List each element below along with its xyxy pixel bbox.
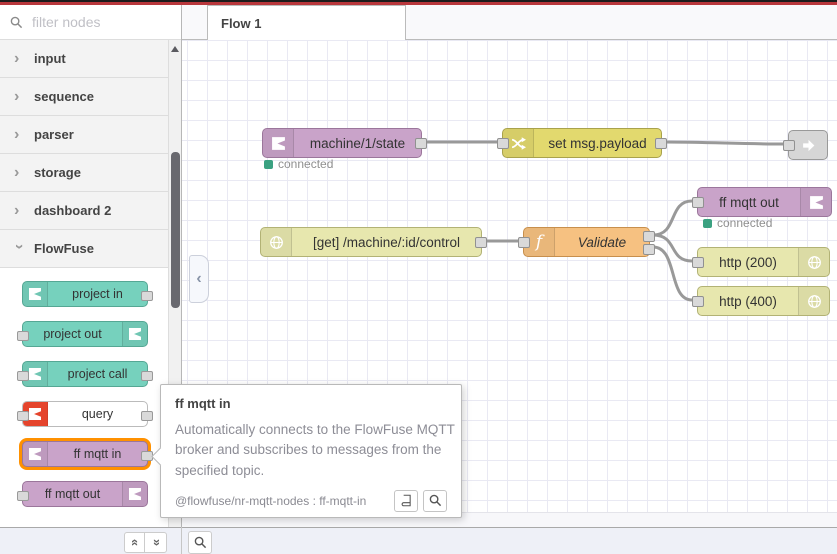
status-dot <box>264 159 273 169</box>
input-port[interactable] <box>783 140 795 151</box>
palette-node-query[interactable]: query <box>17 401 153 427</box>
input-port[interactable] <box>17 491 29 501</box>
node-mqtt-in-machine-state[interactable]: machine/1/state <box>262 128 427 158</box>
input-port[interactable] <box>518 237 530 248</box>
search-input[interactable] <box>30 13 164 31</box>
palette-node-project-in[interactable]: project in <box>22 281 153 307</box>
docs-button[interactable] <box>394 489 418 512</box>
search-flows-button[interactable] <box>188 531 212 554</box>
output-port[interactable] <box>141 411 153 421</box>
flowfuse-icon <box>800 188 831 216</box>
input-port[interactable] <box>692 296 704 307</box>
palette-node-ff-mqtt-in[interactable]: ff mqtt in <box>22 441 153 467</box>
find-node-button[interactable] <box>423 489 447 512</box>
scroll-up-icon[interactable] <box>171 46 179 52</box>
palette-collapse-handle[interactable]: ‹ <box>189 255 209 303</box>
input-port[interactable] <box>17 411 29 421</box>
node-http-in-control[interactable]: [get] /machine/:id/control <box>260 227 487 257</box>
flowfuse-icon <box>122 482 147 506</box>
palette-node-ff-mqtt-out[interactable]: ff mqtt out <box>17 481 148 507</box>
expand-all-button[interactable]: « <box>144 532 167 553</box>
flowfuse-icon <box>23 282 48 306</box>
node-link-out[interactable] <box>783 130 828 160</box>
node-ff-mqtt-out[interactable]: ff mqtt out <box>692 187 832 217</box>
double-chevron-up-icon: « <box>127 538 143 547</box>
palette-category-storage[interactable]: › storage <box>0 154 168 192</box>
input-port[interactable] <box>17 331 29 341</box>
palette-node-project-out[interactable]: project out <box>17 321 148 347</box>
input-port[interactable] <box>692 257 704 268</box>
node-http-response-200[interactable]: http (200) <box>692 247 830 277</box>
output-port[interactable] <box>475 237 487 248</box>
palette-search[interactable] <box>0 5 181 40</box>
globe-icon <box>798 248 829 276</box>
tooltip-description: Automatically connects to the FlowFuse M… <box>175 422 455 478</box>
globe-icon <box>798 287 829 315</box>
output-port[interactable] <box>141 291 153 301</box>
globe-icon <box>261 228 292 256</box>
chevron-right-icon: › <box>14 87 20 105</box>
output-port[interactable] <box>655 138 667 149</box>
node-red-editor: ›input ›sequence ›parser ›storage ›dashb… <box>0 0 837 554</box>
tooltip-module-id: @flowfuse/nr-mqtt-nodes : ff-mqtt-in <box>175 493 367 508</box>
input-port[interactable] <box>497 138 509 149</box>
chevron-right-icon: › <box>14 125 20 143</box>
footer-divider <box>181 527 182 554</box>
output-port-2[interactable] <box>643 244 655 255</box>
output-port[interactable] <box>141 371 153 381</box>
palette-node-project-call[interactable]: project call <box>17 361 153 387</box>
search-icon <box>194 536 206 549</box>
chevron-right-icon: › <box>14 163 20 181</box>
flowfuse-icon <box>23 442 48 466</box>
input-port[interactable] <box>17 371 29 381</box>
palette-category-parser[interactable]: › parser <box>0 116 168 154</box>
tab-flow-1[interactable]: Flow 1 <box>207 5 406 40</box>
input-port[interactable] <box>692 197 704 208</box>
status-dot <box>703 218 712 228</box>
palette-category-flowfuse[interactable]: › FlowFuse <box>0 230 168 268</box>
wire[interactable] <box>651 199 694 237</box>
node-http-response-400[interactable]: http (400) <box>692 286 830 316</box>
tooltip-title: ff mqtt in <box>175 396 231 411</box>
palette-category-input[interactable]: › input <box>0 40 168 78</box>
output-port[interactable] <box>415 138 427 149</box>
node-function-validate[interactable]: f Validate <box>518 227 655 257</box>
output-port-1[interactable] <box>643 231 655 242</box>
node-status: connected <box>264 157 333 171</box>
node-tooltip: ff mqtt in Automatically connects to the… <box>151 384 462 518</box>
book-icon <box>401 494 411 507</box>
chevron-down-icon: › <box>11 243 28 249</box>
double-chevron-down-icon: « <box>147 538 163 547</box>
palette-category-dashboard2[interactable]: › dashboard 2 <box>0 192 168 230</box>
chevron-right-icon: › <box>14 201 20 219</box>
wire[interactable] <box>651 245 694 302</box>
node-status: connected <box>703 216 772 230</box>
search-icon <box>429 494 441 507</box>
palette-category-sequence[interactable]: › sequence <box>0 78 168 116</box>
scrollbar-thumb[interactable] <box>171 152 180 308</box>
flowfuse-icon <box>263 129 294 157</box>
chevron-left-icon: ‹ <box>196 270 202 287</box>
wire[interactable] <box>663 140 785 146</box>
flowfuse-icon <box>122 322 147 346</box>
chevron-right-icon: › <box>14 49 20 67</box>
search-icon <box>10 16 23 28</box>
node-change-set-payload[interactable]: set msg.payload <box>497 128 667 158</box>
